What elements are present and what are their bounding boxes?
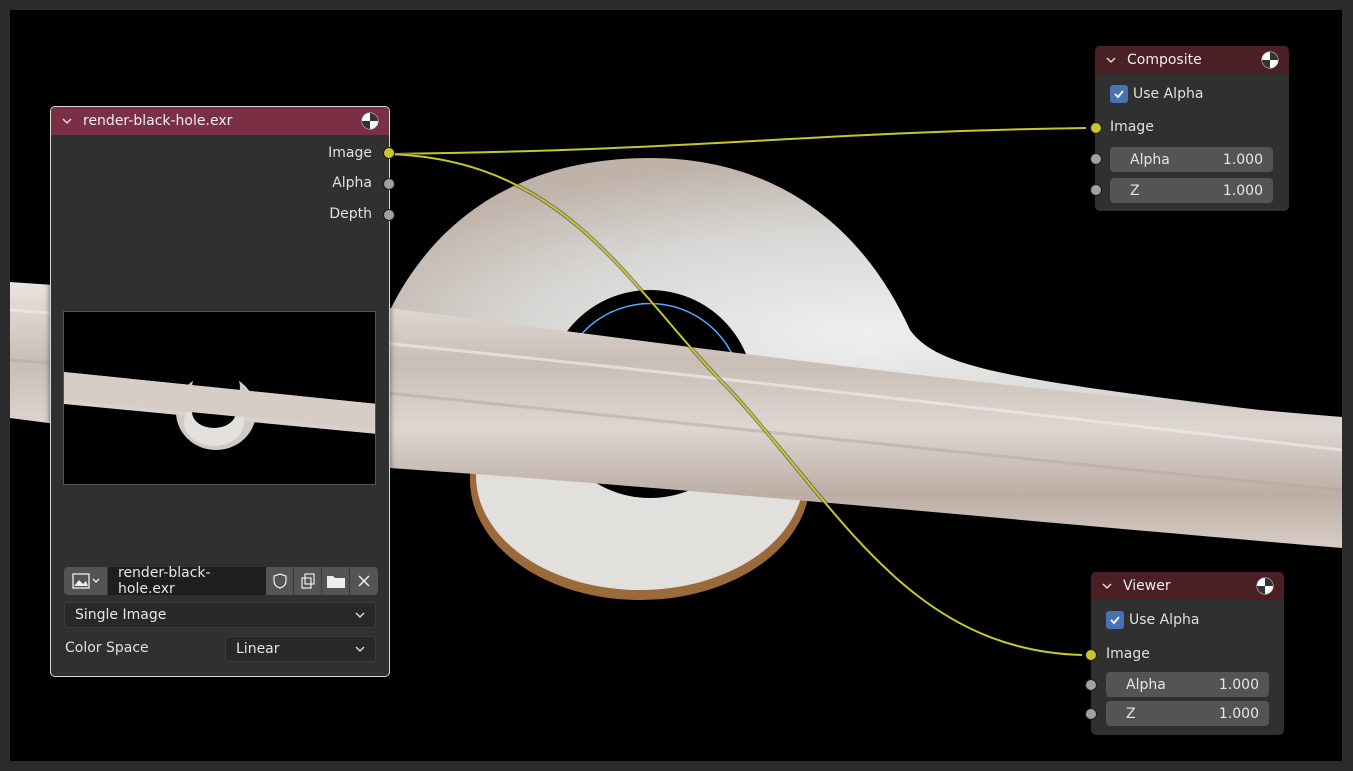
viewer-z-field[interactable]: Z 1.000: [1106, 701, 1269, 726]
source-type-value: Single Image: [75, 607, 167, 623]
composite-z-value: 1.000: [1222, 182, 1263, 199]
image-file-name[interactable]: render-black-hole.exr: [108, 565, 266, 597]
close-icon: [358, 575, 370, 587]
unlink-image-button[interactable]: [350, 567, 378, 595]
image-node-title: render-black-hole.exr: [83, 113, 233, 129]
shield-icon: [272, 573, 287, 589]
image-browse-button[interactable]: [64, 567, 108, 595]
fake-user-button[interactable]: [266, 567, 294, 595]
chevron-down-icon[interactable]: [61, 115, 73, 127]
color-space-dropdown[interactable]: Linear: [225, 636, 376, 662]
image-preview: [63, 311, 376, 485]
composite-z-label: Z: [1130, 182, 1140, 199]
output-depth-socket[interactable]: [383, 209, 395, 221]
viewer-node-title: Viewer: [1123, 578, 1171, 594]
chevron-down-icon[interactable]: [1101, 580, 1113, 592]
viewer-use-alpha-checkbox[interactable]: [1106, 611, 1124, 629]
output-alpha-label: Alpha: [332, 175, 372, 191]
image-node-header[interactable]: render-black-hole.exr: [51, 107, 389, 135]
composite-node-title: Composite: [1127, 52, 1202, 68]
viewer-alpha-field[interactable]: Alpha 1.000: [1106, 672, 1269, 697]
composite-alpha-value: 1.000: [1222, 151, 1263, 168]
open-image-button[interactable]: [322, 567, 350, 595]
viewer-image-socket[interactable]: [1085, 649, 1097, 661]
composite-z-socket[interactable]: [1090, 184, 1102, 196]
viewer-use-alpha-label: Use Alpha: [1129, 612, 1200, 628]
chevron-down-icon: [355, 612, 365, 618]
color-space-value: Linear: [236, 641, 280, 657]
composite-image-label: Image: [1110, 119, 1154, 135]
viewer-image-label: Image: [1106, 646, 1150, 662]
viewer-alpha-socket[interactable]: [1085, 679, 1097, 691]
checkmark-icon: [1110, 616, 1120, 625]
output-alpha-socket[interactable]: [383, 178, 395, 190]
material-sphere-icon[interactable]: [1256, 577, 1274, 595]
viewer-alpha-label: Alpha: [1126, 676, 1166, 693]
output-depth-label: Depth: [329, 206, 372, 222]
new-image-button[interactable]: [294, 567, 322, 595]
composite-alpha-field[interactable]: Alpha 1.000: [1110, 147, 1273, 172]
color-space-label: Color Space: [65, 640, 149, 656]
material-sphere-icon[interactable]: [1261, 51, 1279, 69]
image-file-toolbar: render-black-hole.exr: [64, 565, 378, 597]
chevron-down-icon[interactable]: [1105, 54, 1117, 66]
duplicate-icon: [300, 573, 315, 589]
composite-image-socket[interactable]: [1090, 122, 1102, 134]
checkmark-icon: [1114, 90, 1124, 99]
viewer-z-value: 1.000: [1218, 705, 1259, 722]
material-sphere-icon[interactable]: [361, 112, 379, 130]
composite-alpha-label: Alpha: [1130, 151, 1170, 168]
output-image-label: Image: [328, 145, 372, 161]
source-type-dropdown[interactable]: Single Image: [64, 602, 376, 628]
viewer-z-socket[interactable]: [1085, 708, 1097, 720]
output-image-socket[interactable]: [383, 147, 395, 159]
viewer-z-label: Z: [1126, 705, 1136, 722]
image-browse-icon: [71, 573, 99, 589]
composite-use-alpha-checkbox[interactable]: [1110, 85, 1128, 103]
viewer-node-header[interactable]: Viewer: [1091, 572, 1284, 600]
composite-alpha-socket[interactable]: [1090, 153, 1102, 165]
viewer-alpha-value: 1.000: [1218, 676, 1259, 693]
composite-use-alpha-label: Use Alpha: [1133, 86, 1204, 102]
chevron-down-icon: [355, 646, 365, 652]
composite-z-field[interactable]: Z 1.000: [1110, 178, 1273, 203]
composite-node-header[interactable]: Composite: [1095, 46, 1289, 74]
folder-icon: [326, 576, 345, 588]
